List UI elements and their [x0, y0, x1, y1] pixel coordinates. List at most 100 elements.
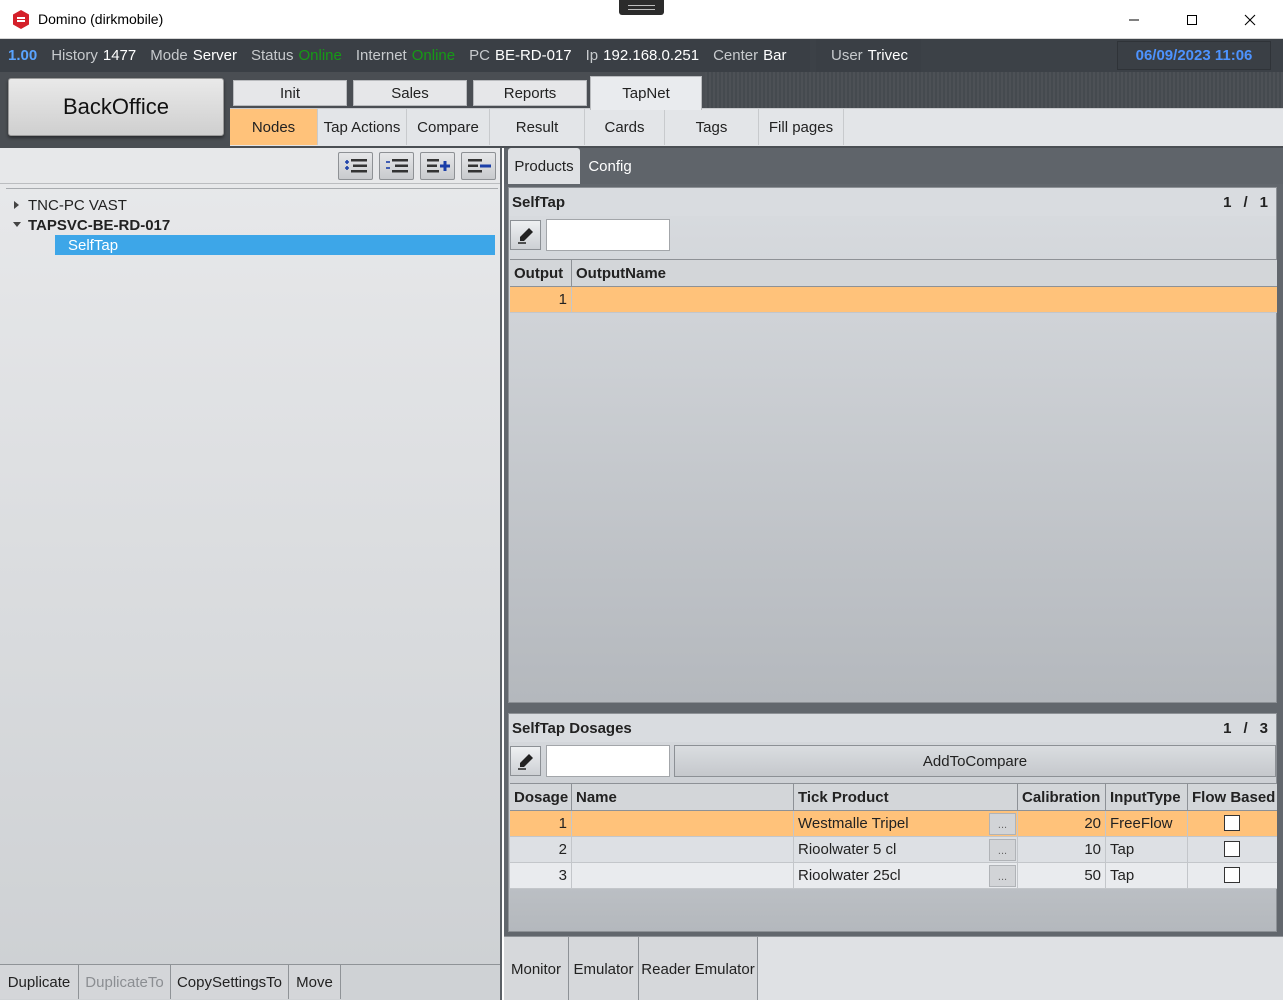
duplicate-to-button[interactable]: DuplicateTo — [79, 965, 171, 999]
tree-node-label: TNC-PC VAST — [28, 196, 127, 214]
dosage-cell: 2 — [510, 837, 572, 862]
column-dosage[interactable]: Dosage — [510, 784, 572, 811]
subtab-tap-actions[interactable]: Tap Actions — [318, 109, 407, 145]
datetime-display: 06/09/2023 11:06 — [1117, 41, 1271, 70]
window-title: Domino (dirkmobile) — [38, 11, 164, 27]
subtab-cards[interactable]: Cards — [585, 109, 665, 145]
backoffice-button[interactable]: BackOffice — [8, 78, 224, 136]
column-output-name[interactable]: OutputName — [572, 260, 1277, 287]
column-output[interactable]: Output — [510, 260, 572, 287]
products-panel-title: SelfTap — [512, 193, 566, 211]
duplicate-button[interactable]: Duplicate — [0, 965, 79, 999]
center-value: Bar — [763, 47, 787, 64]
name-cell[interactable] — [572, 837, 794, 862]
tree-node-tnc-pc-vast[interactable]: TNC-PC VAST — [6, 195, 127, 215]
calibration-cell[interactable]: 10 — [1018, 837, 1106, 862]
table-row[interactable]: 3 Rioolwater 25cl ... 50 Tap — [510, 863, 1277, 889]
column-tick-product[interactable]: Tick Product — [794, 784, 1018, 811]
tick-product-browse-button[interactable]: ... — [989, 839, 1016, 861]
column-input-type[interactable]: InputType — [1106, 784, 1188, 811]
remove-node-icon — [467, 159, 491, 173]
tree-node-selftap[interactable]: SelfTap — [55, 235, 495, 255]
products-edit-button[interactable] — [510, 220, 541, 250]
copy-settings-to-button[interactable]: CopySettingsTo — [171, 965, 289, 999]
products-filter-input[interactable] — [546, 219, 670, 251]
dosages-edit-button[interactable] — [510, 746, 541, 776]
dosages-panel-header: SelfTap Dosages 1 / 3 — [509, 714, 1276, 742]
add-node-icon — [426, 159, 450, 173]
add-to-compare-button[interactable]: AddToCompare — [674, 745, 1276, 777]
subtab-result[interactable]: Result — [490, 109, 585, 145]
tab-init[interactable]: Init — [233, 80, 347, 106]
subtab-fill-pages[interactable]: Fill pages — [759, 109, 844, 145]
tab-products[interactable]: Products — [508, 148, 580, 184]
flow-based-checkbox[interactable] — [1224, 841, 1240, 857]
table-row[interactable]: 1 Westmalle Tripel ... 20 FreeFlow — [510, 811, 1277, 837]
tree-node-tapsvc[interactable]: TAPSVC-BE-RD-017 — [6, 215, 170, 235]
move-button[interactable]: Move — [289, 965, 341, 999]
table-row[interactable]: 2 Rioolwater 5 cl ... 10 Tap — [510, 837, 1277, 863]
user-value: Trivec — [867, 47, 908, 64]
status-value: Online — [298, 47, 342, 64]
minimize-button[interactable] — [1105, 0, 1163, 39]
calibration-cell[interactable]: 50 — [1018, 863, 1106, 888]
tab-emulator[interactable]: Emulator — [569, 937, 639, 1000]
tick-product-browse-button[interactable]: ... — [989, 865, 1016, 887]
node-actions-bar: Duplicate DuplicateTo CopySettingsTo Mov… — [0, 964, 500, 1000]
close-button[interactable] — [1221, 0, 1279, 39]
input-type-cell[interactable]: Tap — [1106, 837, 1188, 862]
column-name[interactable]: Name — [572, 784, 794, 811]
input-type-cell[interactable]: Tap — [1106, 863, 1188, 888]
collapse-arrow-icon[interactable] — [6, 221, 28, 229]
flow-based-cell — [1188, 811, 1277, 836]
details-tabs: Products Config — [504, 148, 1283, 184]
table-row[interactable]: 1 — [510, 287, 1277, 313]
page-current: 1 — [1223, 193, 1232, 211]
subtab-compare[interactable]: Compare — [407, 109, 490, 145]
expand-all-button[interactable] — [338, 152, 373, 180]
tick-product-cell[interactable]: Rioolwater 25cl — [794, 863, 1018, 888]
internet-label: Internet — [355, 47, 407, 64]
dosages-grid: Dosage Name Tick Product Calibration Inp… — [510, 783, 1277, 931]
tick-product-cell[interactable]: Westmalle Tripel — [794, 811, 1018, 836]
ip-value: 192.168.0.251 — [603, 47, 700, 64]
flow-based-cell — [1188, 837, 1277, 862]
tree-node-label: TAPSVC-BE-RD-017 — [28, 216, 171, 234]
add-node-button[interactable] — [420, 152, 455, 180]
close-icon — [1244, 14, 1256, 25]
dosages-filter-input[interactable] — [546, 745, 670, 777]
column-calibration[interactable]: Calibration — [1018, 784, 1106, 811]
tab-sales[interactable]: Sales — [353, 80, 467, 106]
calibration-cell[interactable]: 20 — [1018, 811, 1106, 836]
tab-monitor[interactable]: Monitor — [504, 937, 569, 1000]
dosages-grid-header: Dosage Name Tick Product Calibration Inp… — [510, 783, 1277, 811]
maximize-button[interactable] — [1163, 0, 1221, 39]
input-type-cell[interactable]: FreeFlow — [1106, 811, 1188, 836]
column-flow-based[interactable]: Flow Based — [1188, 784, 1277, 811]
tab-reports[interactable]: Reports — [473, 80, 587, 106]
remove-node-button[interactable] — [461, 152, 496, 180]
name-cell[interactable] — [572, 811, 794, 836]
tab-config[interactable]: Config — [582, 148, 638, 184]
products-pager: 1 / 1 — [1223, 194, 1268, 211]
tab-tapnet[interactable]: TapNet — [590, 76, 702, 110]
tick-product-cell[interactable]: Rioolwater 5 cl — [794, 837, 1018, 862]
window-drag-handle[interactable] — [619, 0, 664, 15]
subtab-nodes[interactable]: Nodes — [230, 109, 318, 145]
collapse-all-button[interactable] — [379, 152, 414, 180]
collapse-all-icon — [385, 159, 408, 173]
maximize-icon — [1187, 14, 1197, 25]
ip-label: Ip — [585, 47, 599, 64]
mode-value: Server — [192, 47, 237, 64]
name-cell[interactable] — [572, 863, 794, 888]
output-name-cell[interactable] — [572, 287, 1277, 312]
tab-reader-emulator[interactable]: Reader Emulator — [639, 937, 758, 1000]
expand-arrow-icon[interactable] — [6, 200, 28, 210]
subtab-tags[interactable]: Tags — [665, 109, 759, 145]
products-grid-header: Output OutputName — [510, 259, 1277, 287]
flow-based-checkbox[interactable] — [1224, 867, 1240, 883]
flow-based-checkbox[interactable] — [1224, 815, 1240, 831]
sub-tab-bar: Nodes Tap Actions Compare Result Cards T… — [230, 108, 1283, 146]
pc-label: PC — [469, 47, 490, 64]
tick-product-browse-button[interactable]: ... — [989, 813, 1016, 835]
